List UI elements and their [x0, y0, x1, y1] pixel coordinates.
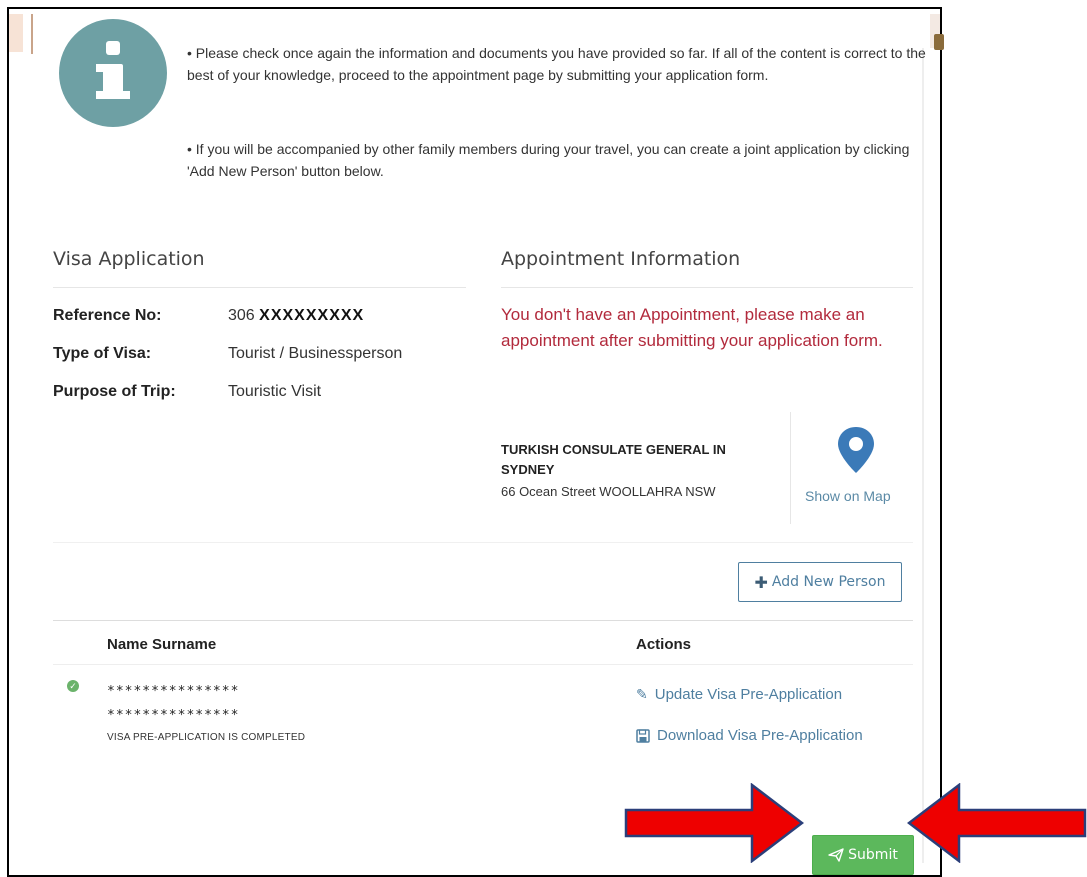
check-circle-icon: ✓ [67, 680, 79, 692]
annotation-arrow-left [907, 783, 1087, 863]
pencil-icon: ✎ [636, 686, 648, 702]
purpose-of-trip-label: Purpose of Trip: [53, 383, 176, 400]
download-visa-pre-application-link[interactable]: Download Visa Pre-Application [636, 727, 863, 744]
right-edge-icon [934, 34, 944, 50]
download-link-label: Download Visa Pre-Application [657, 727, 863, 744]
appointment-info-title: Appointment Information [501, 248, 741, 270]
notice-add-person: • If you will be accompanied by other fa… [187, 141, 910, 179]
appointment-warning: You don't have an Appointment, please ma… [501, 305, 883, 350]
divider [53, 542, 913, 543]
column-header-name: Name Surname [107, 636, 217, 653]
add-new-person-label: Add New Person [771, 574, 886, 590]
left-edge-line [31, 14, 33, 54]
annotation-arrow-right [624, 783, 804, 863]
vertical-divider [790, 412, 791, 524]
type-of-visa-value: Tourist / Businessperson [228, 345, 403, 362]
floppy-disk-icon [636, 728, 650, 743]
reference-no-value: 306 XXXXXXXXX [228, 307, 364, 325]
info-icon [59, 19, 167, 127]
type-of-visa-label: Type of Visa: [53, 345, 152, 362]
divider [501, 287, 913, 288]
reference-no-label: Reference No: [53, 307, 162, 324]
map-pin-icon[interactable] [834, 425, 878, 475]
submit-button[interactable]: Submit [812, 835, 914, 875]
visa-application-title: Visa Application [53, 248, 205, 270]
plus-icon: ✚ [754, 572, 768, 592]
table-top-border [53, 620, 913, 621]
update-visa-pre-application-link[interactable]: ✎ Update Visa Pre-Application [636, 686, 842, 703]
paper-plane-icon [828, 848, 844, 862]
table-header-border [53, 664, 913, 665]
notice-check-info: • Please check once again the informatio… [187, 45, 926, 83]
purpose-of-trip-value: Touristic Visit [228, 383, 322, 400]
consulate-address: 66 Ocean Street WOOLLAHRA NSW [501, 484, 716, 499]
name-masked-line2: *************** [107, 708, 240, 723]
left-edge-decoration [9, 14, 23, 52]
reference-no-prefix: 306 [228, 307, 255, 324]
add-new-person-button[interactable]: ✚ Add New Person [738, 562, 902, 602]
column-header-actions: Actions [636, 636, 692, 653]
consulate-name: TURKISH CONSULATE GENERAL IN SYDNEY [501, 442, 726, 477]
name-masked-line1: *************** [107, 684, 240, 699]
update-link-label: Update Visa Pre-Application [654, 686, 843, 703]
show-on-map-link[interactable]: Show on Map [805, 488, 891, 504]
divider [53, 287, 466, 288]
application-status: VISA PRE-APPLICATION IS COMPLETED [107, 732, 306, 743]
reference-no-masked: XXXXXXXXX [259, 307, 365, 324]
